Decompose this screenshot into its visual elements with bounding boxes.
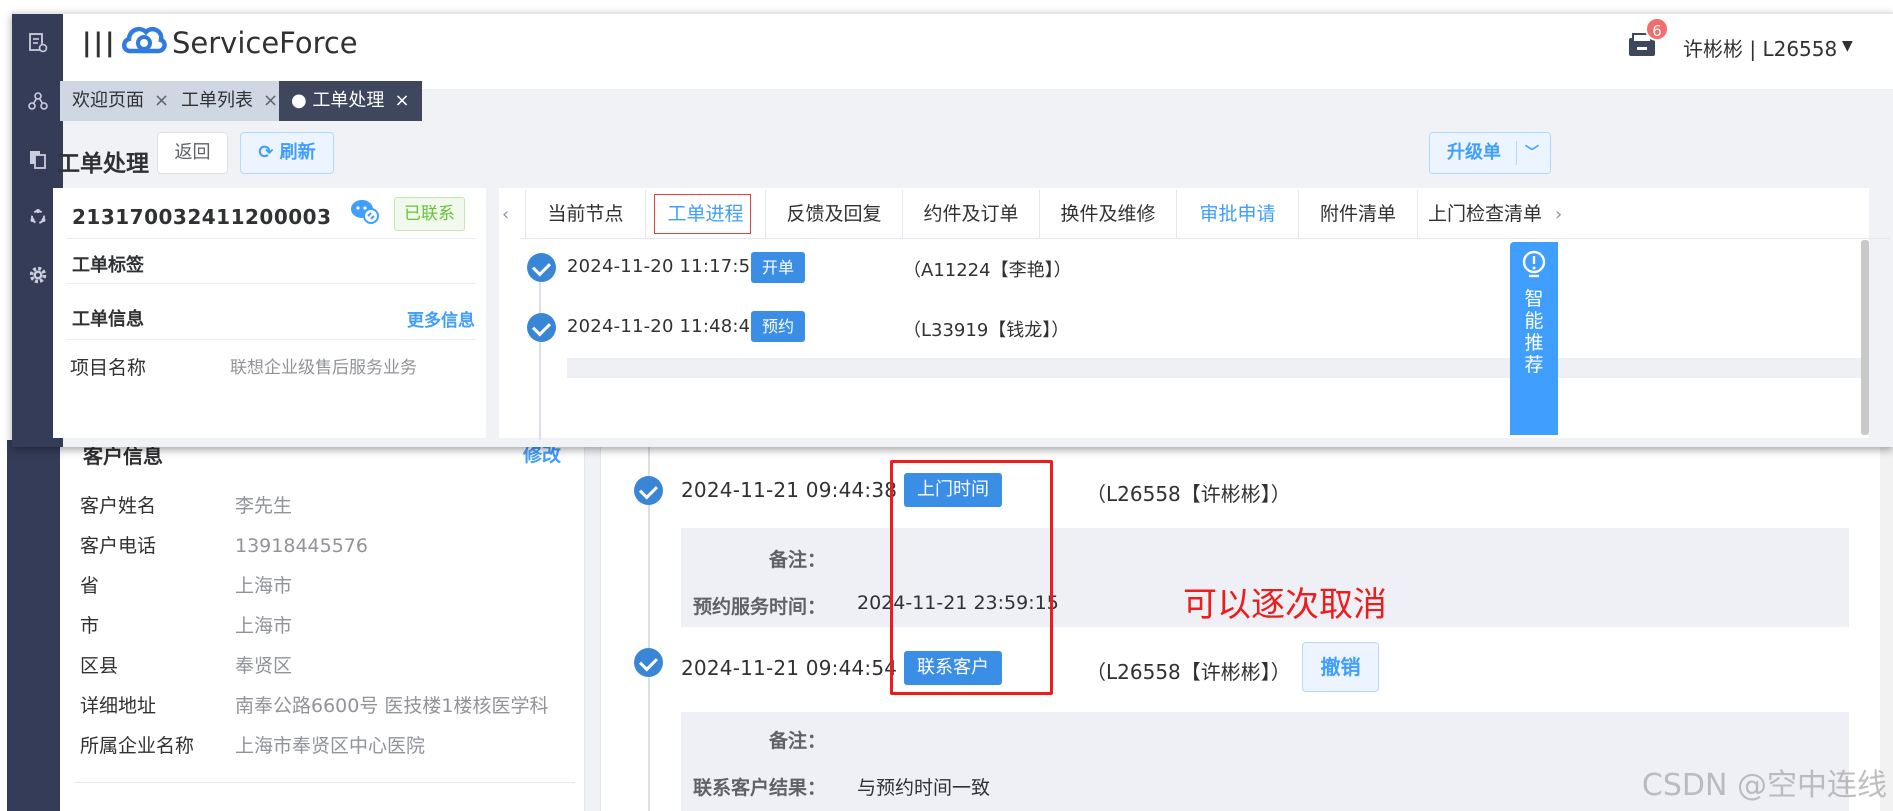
check-circle-icon (527, 313, 556, 342)
event-notes (567, 358, 1862, 378)
event-time: 2024-11-21 09:44:54 (681, 656, 898, 680)
annotation-text: 可以逐次取消 (1183, 585, 1387, 625)
divider (75, 782, 575, 783)
field-value: 李先生 (235, 495, 293, 517)
annotation-highlight-box (890, 460, 1053, 695)
side-rail-lower (7, 440, 60, 811)
tab-attachments[interactable]: 附件清单 (1298, 190, 1417, 238)
event-time: 2024-11-21 09:44:38 (681, 478, 898, 502)
divider (66, 238, 476, 239)
event-time: 2024-11-20 11:48:48 (567, 316, 762, 337)
network-icon[interactable] (25, 90, 51, 116)
wechat-link-icon[interactable] (350, 198, 380, 224)
field-label: 详细地址 (80, 695, 157, 717)
copy-document-icon[interactable] (25, 148, 51, 174)
close-icon[interactable]: × (263, 90, 278, 111)
section-heading-tags: 工单标签 (72, 255, 144, 276)
screenshot-root: 客户信息 修改 客户姓名 李先生 客户电话 13918445576 省 上海市 … (0, 0, 1893, 811)
document-settings-icon[interactable] (25, 32, 51, 58)
smart-recommend-button[interactable]: 智能推荐 (1510, 242, 1558, 435)
tab-current-node[interactable]: 当前节点 (525, 190, 645, 238)
event-operator: （L33919【钱龙】） (903, 320, 1070, 341)
field-value: 上海市 (235, 575, 293, 597)
note-value: 与预约时间一致 (857, 777, 991, 799)
user-menu[interactable]: 许彬彬 | L26558 (1683, 33, 1837, 62)
tab-highlight (654, 194, 751, 234)
more-info-link[interactable]: 更多信息 (407, 306, 475, 331)
tab-onsite-checklist[interactable]: 上门检查清单 (1417, 190, 1552, 238)
field-label: 客户电话 (80, 535, 157, 557)
section-heading-info: 工单信息 (72, 309, 144, 330)
note-label: 备注： (768, 730, 826, 752)
field-label: 省 (80, 575, 100, 597)
check-circle-icon (634, 476, 663, 505)
field-label: 市 (80, 615, 100, 637)
field-label: 项目名称 (70, 357, 147, 379)
event-operator: （A11224【李艳】） (903, 260, 1072, 281)
field-value: 13918445576 (235, 535, 368, 557)
field-label: 所属企业名称 (80, 735, 195, 757)
close-icon[interactable]: × (154, 90, 169, 111)
scrollbar[interactable] (1880, 440, 1893, 811)
watermark: CSDN @空中连线 (1641, 768, 1887, 803)
event-tag: 开单 (751, 252, 806, 283)
notification-badge: 6 (1645, 17, 1669, 41)
field-value: 奉贤区 (235, 655, 293, 677)
gear-icon[interactable] (25, 264, 51, 290)
caret-down-icon[interactable]: ▼ (1842, 38, 1853, 54)
page-tab-order-list[interactable]: 工单列表 × (169, 81, 291, 121)
page-tab-label: 欢迎页面 (72, 90, 144, 111)
brand-name: ServiceForce (172, 26, 358, 60)
upgrade-button[interactable]: 升级单 ﹀ (1429, 132, 1551, 174)
divider (66, 339, 476, 340)
event-operator: （L26558【许彬彬】） (1086, 660, 1291, 684)
divider (66, 283, 476, 284)
field-value: 联想企业级售后服务业务 (230, 358, 417, 378)
event-operator: （L26558【许彬彬】） (1086, 482, 1291, 506)
chevron-down-icon[interactable]: ﹀ (1525, 133, 1539, 173)
event-time: 2024-11-20 11:17:51 (567, 256, 762, 277)
back-button[interactable]: 返回 (157, 132, 228, 174)
page-title: 工单处理 (57, 151, 149, 177)
chevron-left-icon[interactable]: ‹ (502, 204, 509, 225)
close-icon[interactable]: × (394, 90, 409, 111)
recycle-icon[interactable] (25, 206, 51, 232)
order-number: 213170032411200003 (72, 205, 332, 229)
field-value: 上海市 (235, 615, 293, 637)
page-tab-order-process[interactable]: ● 工单处理 × (279, 81, 422, 121)
page-tab-label: ● 工单处理 (291, 90, 385, 111)
page-tab-welcome[interactable]: 欢迎页面 × (60, 81, 182, 121)
divider (520, 238, 1890, 239)
field-label: 客户姓名 (80, 495, 157, 517)
note-label: 联系客户结果： (692, 777, 826, 799)
page-tab-label: 工单列表 (181, 90, 253, 111)
note-label: 备注： (768, 549, 826, 571)
event-tag: 预约 (751, 311, 806, 342)
tab-parts-order[interactable]: 约件及订单 (902, 190, 1039, 238)
check-circle-icon (527, 253, 556, 282)
divider (1516, 141, 1517, 165)
upgrade-label: 升级单 (1447, 142, 1501, 163)
revoke-button[interactable]: 撤销 (1302, 642, 1379, 692)
hamburger-menu-icon[interactable]: ||| (82, 28, 117, 58)
tab-replace-repair[interactable]: 换件及维修 (1039, 190, 1176, 238)
smart-recommend-label: 智能推荐 (1524, 288, 1544, 376)
note-label: 预约服务时间： (692, 596, 826, 618)
field-label: 区县 (80, 655, 119, 677)
scrollbar[interactable] (1861, 240, 1869, 435)
tab-approval[interactable]: 审批申请 (1176, 190, 1298, 238)
check-circle-icon (634, 648, 663, 677)
lightbulb-icon (1522, 250, 1546, 278)
field-value: 上海市奉贤区中心医院 (235, 735, 426, 757)
servicefore-logo-icon (122, 26, 167, 54)
tab-feedback[interactable]: 反馈及回复 (765, 190, 902, 238)
status-badge: 已联系 (394, 197, 465, 231)
tab-order-progress[interactable]: 工单进程 (645, 190, 765, 238)
field-value: 南奉公路6600号 医技楼1楼核医学科 (235, 695, 549, 717)
refresh-button[interactable]: ⟳ 刷新 (240, 132, 334, 174)
timeline-line (539, 260, 541, 440)
chevron-right-icon[interactable]: › (1555, 204, 1562, 225)
